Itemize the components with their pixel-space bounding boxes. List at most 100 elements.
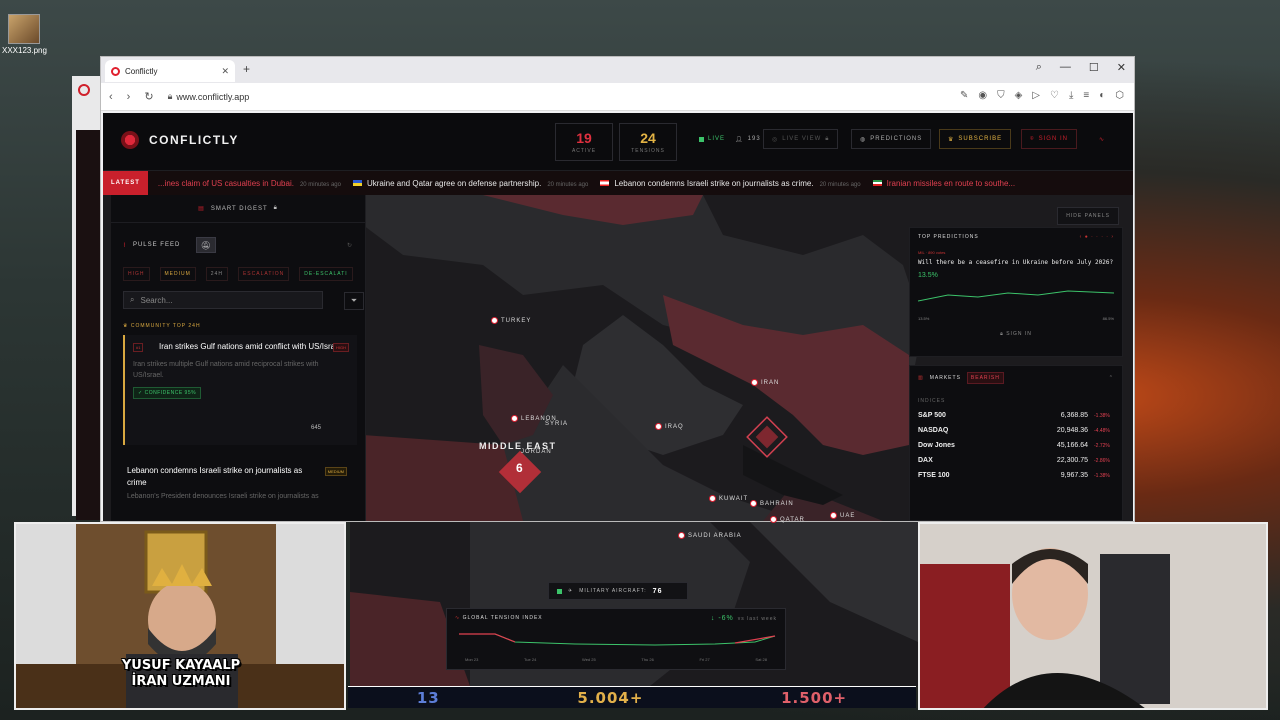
extensions-icon[interactable]: ⬡ (1115, 90, 1124, 101)
webcam-right-streamer (918, 522, 1268, 710)
turkey-flag-icon (491, 317, 498, 324)
filter-de-escalation[interactable]: DE-ESCALATI (299, 267, 353, 281)
map-label-iran[interactable]: IRAN (751, 379, 779, 386)
map-label-turkey[interactable]: TURKEY (491, 317, 531, 324)
desktop-file-icon[interactable]: XXX123.png (2, 14, 47, 55)
forward-icon[interactable]: › (127, 91, 131, 103)
edit-icon[interactable]: ✎ (960, 90, 968, 101)
feed-card[interactable]: Lebanon condemns Israeli strike on journ… (123, 459, 357, 506)
market-row[interactable]: DAX 22,300.75 -2.86% (918, 457, 1114, 464)
map-label-kuwait[interactable]: KUWAIT (709, 495, 748, 502)
ticker-item[interactable]: ...ines claim of US casualties in Dubai.… (158, 179, 341, 188)
streamer-title: İRAN UZMANI (131, 674, 231, 689)
global-tension-index: ∿ GLOBAL TENSION INDEX ↓ -6% vs last week… (446, 608, 786, 670)
heart-icon[interactable]: ♡ (1050, 90, 1059, 101)
markets-subtitle: INDICES (918, 398, 946, 404)
target-icon: ◍ (860, 136, 867, 143)
lock-icon: 🔒︎ (825, 135, 830, 142)
reload-icon[interactable]: ↻ (144, 90, 153, 103)
card-description: Iran strikes multiple Gulf nations amid … (133, 361, 319, 379)
market-change: -4.48% (1094, 427, 1110, 434)
military-aircraft-counter[interactable]: ✈ MILITARY AIRCRAFT: 76 (548, 582, 688, 600)
market-row[interactable]: FTSE 100 9,967.35 -1.38% (918, 472, 1114, 479)
filter-24h[interactable]: 24H (205, 267, 228, 281)
profile-icon[interactable]: ◐ (1099, 90, 1105, 101)
download-icon[interactable]: ⤓ (1069, 90, 1073, 101)
filter-icon[interactable]: ⏷ (344, 292, 364, 310)
opera-logo-icon (78, 84, 90, 96)
ticker-item[interactable]: Ukraine and Qatar agree on defense partn… (352, 178, 588, 188)
axis-tick: Sat 28 (755, 657, 767, 662)
ticker-text: Ukraine and Qatar agree on defense partn… (366, 178, 542, 188)
active-conflicts-stat[interactable]: 19 ACTIVE (555, 123, 613, 161)
map-label-jordan[interactable]: JORDAN (521, 449, 552, 455)
stat-value: 19 (576, 130, 592, 146)
streamer-name: YUSUF KAYAALP (121, 658, 241, 673)
camera-icon[interactable]: ◉ (978, 90, 987, 101)
new-tab-button[interactable]: + (243, 62, 250, 76)
market-row[interactable]: Dow Jones 45,166.64 -2.72% (918, 442, 1114, 449)
card-title: Iran strikes Gulf nations amid conflict … (159, 342, 342, 351)
prediction-question[interactable]: Will there be a ceasefire in Ukraine bef… (918, 259, 1114, 266)
collapse-icon[interactable]: ⌃ (1109, 375, 1114, 381)
map-label-text: IRAQ (665, 423, 684, 430)
axis-tick: Mon 23 (465, 657, 479, 662)
feed-card[interactable]: #1 HIGH Iran strikes Gulf nations amid c… (123, 335, 357, 445)
map-label-text: BAHRAIN (760, 500, 794, 507)
maximize-icon[interactable]: ☐ (1089, 61, 1099, 74)
stat-value: 24 (640, 130, 656, 146)
map-label-qatar[interactable]: QATAR (770, 516, 805, 523)
ticker-item[interactable]: Iranian missiles en route to southe... (872, 179, 1015, 188)
refresh-icon[interactable]: ↻ (347, 242, 353, 249)
map-label-bahrain[interactable]: BAHRAIN (750, 500, 794, 507)
map-label-iraq[interactable]: IRAQ (655, 423, 684, 430)
sign-in-button[interactable]: ⍟ SIGN IN (1021, 129, 1077, 149)
market-name: DAX (918, 457, 933, 464)
prediction-range: 13.5% 86.5% (918, 316, 1114, 321)
document-icon: ▤ (198, 206, 205, 212)
shield-icon[interactable]: ⛉ (997, 90, 1005, 101)
subscribe-button[interactable]: ♛ SUBSCRIBE (939, 129, 1012, 149)
back-icon[interactable]: ‹ (109, 91, 113, 103)
iran-flag-icon (751, 379, 758, 386)
card-description: Lebanon's President denounces Israeli st… (127, 493, 319, 500)
market-value: 22,300.75 (1056, 457, 1088, 464)
vote-count[interactable]: 645 (311, 425, 321, 431)
lebanon-flag-icon (511, 415, 518, 422)
live-view-button[interactable]: ◎ LIVE VIEW 🔒︎ (763, 129, 839, 149)
axis-tick: Thu 26 (641, 657, 654, 662)
url-field[interactable]: www.conflictly.app (176, 92, 249, 102)
play-icon[interactable]: ▷ (1032, 90, 1040, 101)
rank-badge: #1 (133, 343, 144, 352)
predictions-button[interactable]: ◍ PREDICTIONS (851, 129, 932, 149)
map-label-saudi-arabia[interactable]: SAUDI ARABIA (678, 532, 742, 539)
filter-medium[interactable]: MEDIUM (159, 267, 196, 281)
activity-icon[interactable]: ∿ (1091, 129, 1113, 149)
search-icon[interactable]: ⌕ (1036, 61, 1042, 74)
filter-high[interactable]: HIGH (123, 267, 150, 281)
market-row[interactable]: S&P 500 6,368.85 -1.38% (918, 412, 1114, 419)
pulse-icon: ∿ (455, 615, 461, 621)
menu-icon[interactable]: ≡ (1083, 90, 1089, 101)
tab-conflictly[interactable]: Conflictly ✕ (105, 60, 235, 82)
ticker-item[interactable]: Lebanon condemns Israeli strike on journ… (600, 179, 861, 188)
webcam-video (920, 524, 1266, 708)
pager-dots-icon[interactable]: ‹ ● · · · · › (1080, 234, 1114, 240)
mute-toggle[interactable]: 🔕︎ (196, 237, 217, 253)
filter-escalation[interactable]: ESCALATION (237, 267, 290, 281)
map-label-uae[interactable]: UAE (830, 512, 855, 519)
hide-panels-button[interactable]: HIDE PANELS (1057, 207, 1119, 225)
brand-logo[interactable]: CONFLICTLY (121, 131, 239, 149)
smart-digest-button[interactable]: ▤ SMART DIGEST 🔒︎ (111, 195, 365, 223)
tension-delta-value: -6% (718, 615, 734, 622)
background-browser-window[interactable] (72, 76, 102, 520)
minimize-icon[interactable]: — (1060, 61, 1071, 74)
prediction-sign-in-button[interactable]: 🔒︎ SIGN IN (918, 331, 1114, 337)
vpn-icon[interactable]: ◈ (1015, 90, 1023, 101)
search-input[interactable]: ⌕ Search... ⏷ (123, 291, 364, 310)
tensions-stat[interactable]: 24 TENSIONS (619, 123, 677, 161)
market-row[interactable]: NASDAQ 20,948.36 -4.48% (918, 427, 1114, 434)
map-label-syria[interactable]: SYRIA (545, 421, 568, 427)
close-window-icon[interactable]: ✕ (1117, 61, 1126, 74)
close-tab-icon[interactable]: ✕ (221, 66, 229, 77)
